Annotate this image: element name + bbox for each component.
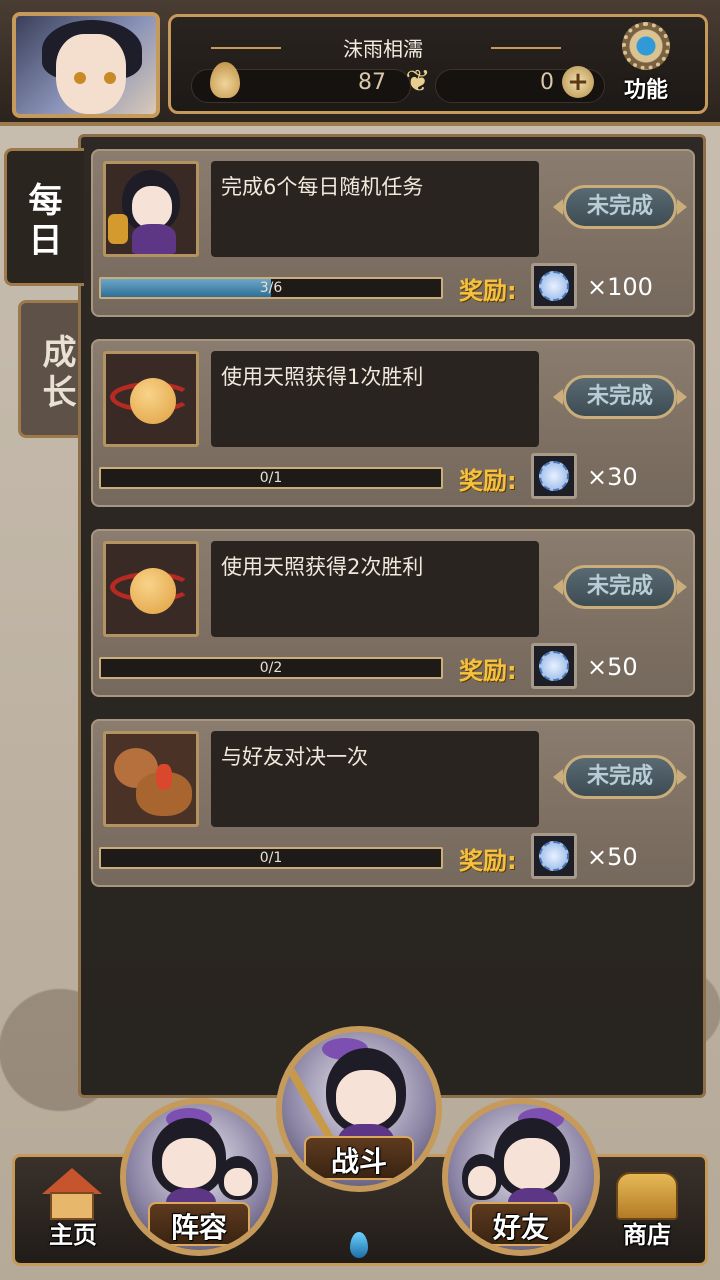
nav-friends-button[interactable]: 好友 (442, 1098, 600, 1256)
progress-text: 0/1 (259, 470, 283, 486)
status-label: 未完成 (563, 565, 677, 609)
nav-battle-button[interactable]: 战斗 (276, 1026, 442, 1192)
button-tip-left (553, 199, 563, 215)
house-icon (42, 1168, 102, 1220)
top-header: 沫雨相濡 87 ❦ 0 + 功能 (0, 0, 720, 126)
chibi-face (504, 1138, 560, 1190)
progress-text: 3/6 (259, 280, 283, 296)
coin-icon (531, 263, 577, 309)
status-label: 未完成 (563, 755, 677, 799)
chibi-face (336, 1070, 396, 1126)
treasure-chest-icon (616, 1172, 678, 1220)
gauntlet-icon (108, 214, 128, 244)
sun-spirit-icon (130, 568, 176, 614)
chibi-small-face (224, 1168, 252, 1196)
task-card: 使用天照获得2次胜利 未完成 0/2 奖励: ×50 (91, 529, 695, 697)
sun-spirit-icon (130, 378, 176, 424)
function-label: 功能 (623, 78, 668, 103)
progress-text: 0/1 (259, 850, 283, 866)
function-button[interactable]: 功能 (614, 22, 678, 106)
avatar-face (56, 34, 126, 114)
nav-home-label: 主页 (49, 1221, 97, 1249)
status-label: 未完成 (563, 185, 677, 229)
reward-amount: ×50 (587, 843, 638, 871)
coin-icon (531, 453, 577, 499)
chibi-small-face (468, 1166, 496, 1196)
button-tip-right (677, 769, 687, 785)
task-description-box: 与好友对决一次 (211, 731, 539, 827)
incomplete-button[interactable]: 未完成 (553, 561, 687, 613)
reward-amount: ×50 (587, 653, 638, 681)
nav-team-label: 阵容 (170, 1211, 227, 1244)
nav-shop-label: 商店 (623, 1221, 671, 1249)
tab-growth-label: 成长 (42, 333, 77, 413)
task-icon-girl (103, 161, 199, 257)
tab-daily[interactable]: 每日 (4, 148, 84, 286)
avatar[interactable] (12, 12, 160, 118)
progress-bar: 0/2 (99, 657, 443, 679)
button-tip-right (677, 389, 687, 405)
status-label: 未完成 (563, 375, 677, 419)
task-title: 使用天照获得1次胜利 (221, 365, 424, 389)
reward-amount: ×100 (587, 273, 653, 301)
button-tip-right (677, 579, 687, 595)
progress-bar: 0/1 (99, 467, 443, 489)
task-description-box: 使用天照获得2次胜利 (211, 541, 539, 637)
stamina-value: 87 (358, 70, 386, 95)
nav-team-button[interactable]: 阵容 (120, 1098, 278, 1256)
coin-icon (531, 643, 577, 689)
reward-amount: ×30 (587, 463, 638, 491)
avatar-eye-right (104, 72, 116, 84)
name-divider-right (491, 47, 561, 49)
task-title: 与好友对决一次 (221, 745, 368, 769)
reward-label: 奖励: (459, 467, 517, 495)
button-tip-left (553, 579, 563, 595)
button-tip-right (677, 199, 687, 215)
nav-friends-label: 好友 (492, 1211, 549, 1244)
task-title: 完成6个每日随机任务 (221, 175, 424, 199)
butterfly-icon: ❦ (405, 64, 431, 99)
chibi-face (162, 1138, 216, 1188)
reward-label: 奖励: (459, 277, 517, 305)
task-panel: 完成6个每日随机任务 未完成 3/6 奖励: ×100 使用天照获得1次胜利 未… (78, 134, 706, 1098)
bear-ribbon-icon (156, 764, 172, 790)
task-description-box: 完成6个每日随机任务 (211, 161, 539, 257)
reward-label: 奖励: (459, 847, 517, 875)
gold-value: 0 (540, 70, 554, 95)
flame-icon (210, 62, 240, 98)
plus-icon[interactable]: + (562, 66, 594, 98)
tab-daily-label: 每日 (28, 181, 63, 261)
task-card: 使用天照获得1次胜利 未完成 0/1 奖励: ×30 (91, 339, 695, 507)
reward-label: 奖励: (459, 657, 517, 685)
button-tip-left (553, 769, 563, 785)
nav-home-button[interactable]: 主页 (28, 1164, 118, 1254)
progress-bar: 3/6 (99, 277, 443, 299)
nav-shop-button[interactable]: 商店 (602, 1164, 692, 1254)
task-icon-amaterasu (103, 541, 199, 637)
task-description-box: 使用天照获得1次胜利 (211, 351, 539, 447)
button-tip-left (553, 389, 563, 405)
incomplete-button[interactable]: 未完成 (553, 181, 687, 233)
task-card: 完成6个每日随机任务 未完成 3/6 奖励: ×100 (91, 149, 695, 317)
center-gem-ornament (350, 1232, 368, 1258)
chibi-body (132, 224, 176, 254)
nav-battle-label: 战斗 (330, 1145, 387, 1178)
task-icon-amaterasu (103, 351, 199, 447)
task-icon-bear (103, 731, 199, 827)
incomplete-button[interactable]: 未完成 (553, 751, 687, 803)
chibi-face (132, 186, 172, 228)
gear-icon (622, 22, 670, 70)
incomplete-button[interactable]: 未完成 (553, 371, 687, 423)
task-card: 与好友对决一次 未完成 0/1 奖励: ×50 (91, 719, 695, 887)
coin-icon (531, 833, 577, 879)
progress-text: 0/2 (259, 660, 283, 676)
task-title: 使用天照获得2次胜利 (221, 555, 424, 579)
avatar-eye-left (74, 72, 86, 84)
progress-bar: 0/1 (99, 847, 443, 869)
